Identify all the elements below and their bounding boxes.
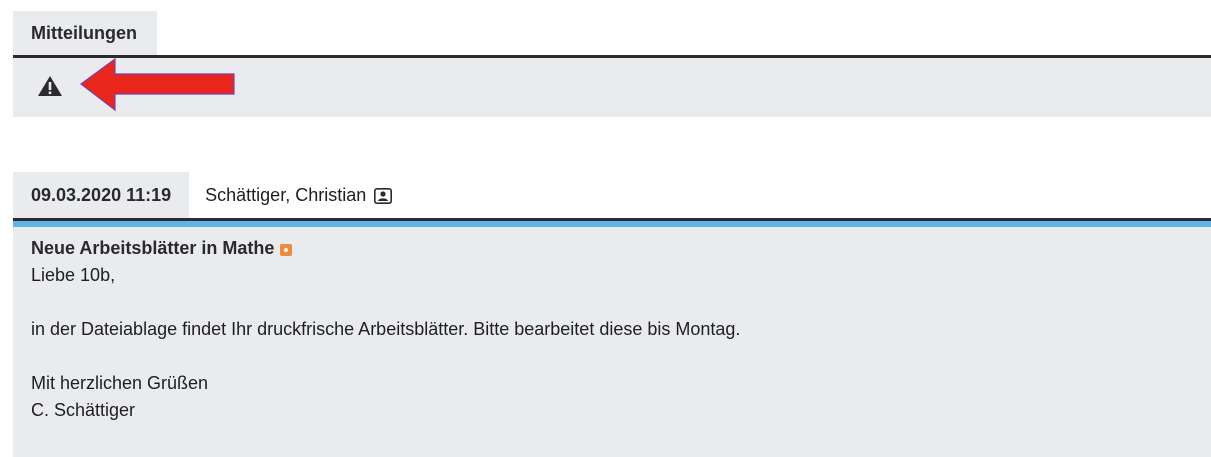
notices-tab-label: Mitteilungen <box>31 23 137 43</box>
new-badge-icon <box>280 243 293 256</box>
message-closing: Mit herzlichen Grüßen <box>31 373 209 393</box>
message-subject[interactable]: Neue Arbeitsblätter in Mathe <box>31 235 1193 262</box>
notices-section: Mitteilungen <box>13 11 1211 117</box>
notices-bar <box>13 58 1211 117</box>
message-signature: C. Schättiger <box>31 400 136 420</box>
message-text: in der Dateiablage findet Ihr druckfrisc… <box>31 319 741 339</box>
red-arrow-annotation <box>79 58 235 112</box>
user-card-icon[interactable] <box>374 188 393 204</box>
message-greeting: Liebe 10b, <box>31 265 116 285</box>
message-header: 09.03.2020 11:19 Schättiger, Christian <box>13 172 1211 218</box>
message-body: Neue Arbeitsblätter in Mathe Liebe 10b, … <box>13 227 1211 457</box>
subject-text: Neue Arbeitsblätter in Mathe <box>31 238 275 258</box>
author-name: Schättiger, Christian <box>205 184 367 205</box>
warning-icon[interactable] <box>37 74 63 98</box>
notices-tab[interactable]: Mitteilungen <box>13 11 157 55</box>
message-author: Schättiger, Christian <box>189 172 393 218</box>
message-date: 09.03.2020 11:19 <box>13 172 190 218</box>
message-card: 09.03.2020 11:19 Schättiger, Christian N… <box>13 172 1211 457</box>
